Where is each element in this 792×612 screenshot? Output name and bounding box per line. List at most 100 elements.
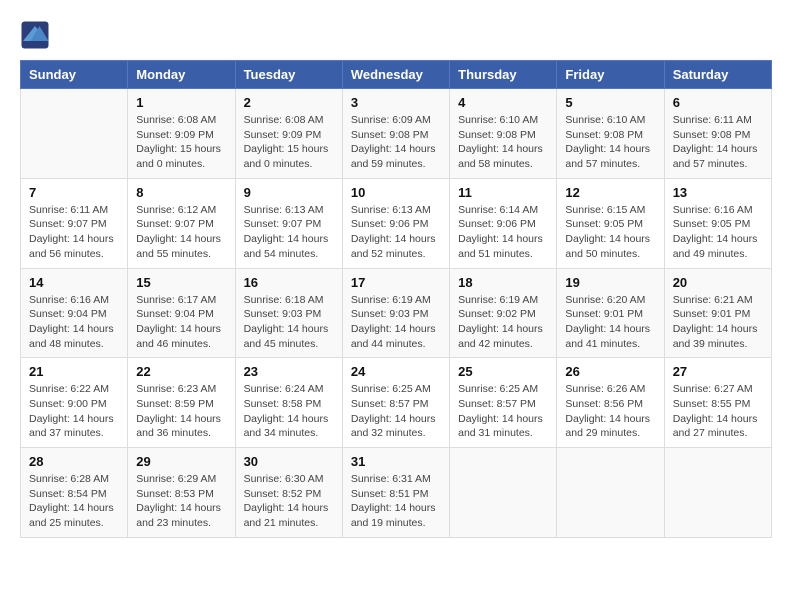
day-number: 11: [458, 185, 548, 200]
calendar-cell: 25 Sunrise: 6:25 AMSunset: 8:57 PMDayligh…: [450, 358, 557, 448]
day-number: 14: [29, 275, 119, 290]
calendar-cell: 5Sunrise: 6:10 AMSunset: 9:08 PMDaylight…: [557, 89, 664, 179]
day-info: Sunrise: 6:18 AMSunset: 9:03 PMDaylight:…: [244, 293, 334, 352]
calendar-cell: 17 Sunrise: 6:19 AMSunset: 9:03 PMDayligh…: [342, 268, 449, 358]
day-info: Sunrise: 6:28 AMSunset: 8:54 PMDaylight:…: [29, 472, 119, 531]
day-info: Sunrise: 6:25 AMSunset: 8:57 PMDaylight:…: [458, 382, 548, 441]
day-info: Sunrise: 6:19 AMSunset: 9:02 PMDaylight:…: [458, 293, 548, 352]
calendar-cell: [664, 448, 771, 538]
day-number: 5: [565, 95, 655, 110]
day-info: Sunrise: 6:25 AMSunset: 8:57 PMDaylight:…: [351, 382, 441, 441]
calendar-cell: 9Sunrise: 6:13 AMSunset: 9:07 PMDaylight…: [235, 178, 342, 268]
calendar-cell: 7 Sunrise: 6:11 AMSunset: 9:07 PMDaylight…: [21, 178, 128, 268]
calendar-cell: 18 Sunrise: 6:19 AMSunset: 9:02 PMDayligh…: [450, 268, 557, 358]
calendar-week-4: 28 Sunrise: 6:28 AMSunset: 8:54 PMDayligh…: [21, 448, 772, 538]
day-number: 3: [351, 95, 441, 110]
day-number: 6: [673, 95, 763, 110]
day-info: Sunrise: 6:17 AMSunset: 9:04 PMDaylight:…: [136, 293, 226, 352]
calendar-cell: [450, 448, 557, 538]
day-number: 19: [565, 275, 655, 290]
day-number: 22: [136, 364, 226, 379]
day-number: 12: [565, 185, 655, 200]
day-info: Sunrise: 6:08 AMSunset: 9:09 PMDaylight:…: [136, 113, 226, 172]
day-info: Sunrise: 6:16 AMSunset: 9:04 PMDaylight:…: [29, 293, 119, 352]
calendar-cell: 10Sunrise: 6:13 AMSunset: 9:06 PMDayligh…: [342, 178, 449, 268]
day-number: 7: [29, 185, 119, 200]
day-number: 25: [458, 364, 548, 379]
day-info: Sunrise: 6:08 AMSunset: 9:09 PMDaylight:…: [244, 113, 334, 172]
day-info: Sunrise: 6:23 AMSunset: 8:59 PMDaylight:…: [136, 382, 226, 441]
header-wednesday: Wednesday: [342, 61, 449, 89]
day-number: 30: [244, 454, 334, 469]
day-number: 15: [136, 275, 226, 290]
calendar-cell: 8Sunrise: 6:12 AMSunset: 9:07 PMDaylight…: [128, 178, 235, 268]
calendar-cell: 4Sunrise: 6:10 AMSunset: 9:08 PMDaylight…: [450, 89, 557, 179]
calendar-cell: [557, 448, 664, 538]
calendar-cell: 30Sunrise: 6:30 AMSunset: 8:52 PMDayligh…: [235, 448, 342, 538]
calendar-week-1: 7 Sunrise: 6:11 AMSunset: 9:07 PMDaylight…: [21, 178, 772, 268]
day-info: Sunrise: 6:21 AMSunset: 9:01 PMDaylight:…: [673, 293, 763, 352]
day-info: Sunrise: 6:11 AMSunset: 9:08 PMDaylight:…: [673, 113, 763, 172]
calendar-cell: 20Sunrise: 6:21 AMSunset: 9:01 PMDayligh…: [664, 268, 771, 358]
calendar-week-0: 1 Sunrise: 6:08 AMSunset: 9:09 PMDaylight…: [21, 89, 772, 179]
day-number: 24: [351, 364, 441, 379]
calendar-cell: 21 Sunrise: 6:22 AMSunset: 9:00 PMDayligh…: [21, 358, 128, 448]
calendar-cell: 24 Sunrise: 6:25 AMSunset: 8:57 PMDayligh…: [342, 358, 449, 448]
day-number: 27: [673, 364, 763, 379]
page-header: [20, 20, 772, 50]
header-sunday: Sunday: [21, 61, 128, 89]
calendar-cell: 15 Sunrise: 6:17 AMSunset: 9:04 PMDayligh…: [128, 268, 235, 358]
day-info: Sunrise: 6:29 AMSunset: 8:53 PMDaylight:…: [136, 472, 226, 531]
day-number: 18: [458, 275, 548, 290]
day-info: Sunrise: 6:10 AMSunset: 9:08 PMDaylight:…: [458, 113, 548, 172]
header-monday: Monday: [128, 61, 235, 89]
day-info: Sunrise: 6:09 AMSunset: 9:08 PMDaylight:…: [351, 113, 441, 172]
day-info: Sunrise: 6:31 AMSunset: 8:51 PMDaylight:…: [351, 472, 441, 531]
calendar-cell: 6 Sunrise: 6:11 AMSunset: 9:08 PMDaylight…: [664, 89, 771, 179]
calendar-cell: 1 Sunrise: 6:08 AMSunset: 9:09 PMDaylight…: [128, 89, 235, 179]
day-number: 21: [29, 364, 119, 379]
day-number: 31: [351, 454, 441, 469]
calendar-cell: 26 Sunrise: 6:26 AMSunset: 8:56 PMDayligh…: [557, 358, 664, 448]
header-thursday: Thursday: [450, 61, 557, 89]
day-info: Sunrise: 6:13 AMSunset: 9:07 PMDaylight:…: [244, 203, 334, 262]
calendar-cell: 19 Sunrise: 6:20 AMSunset: 9:01 PMDayligh…: [557, 268, 664, 358]
day-number: 23: [244, 364, 334, 379]
calendar-cell: 31 Sunrise: 6:31 AMSunset: 8:51 PMDayligh…: [342, 448, 449, 538]
calendar-cell: 28 Sunrise: 6:28 AMSunset: 8:54 PMDayligh…: [21, 448, 128, 538]
day-number: 29: [136, 454, 226, 469]
calendar-cell: 27Sunrise: 6:27 AMSunset: 8:55 PMDayligh…: [664, 358, 771, 448]
day-number: 17: [351, 275, 441, 290]
day-number: 1: [136, 95, 226, 110]
calendar-cell: 23Sunrise: 6:24 AMSunset: 8:58 PMDayligh…: [235, 358, 342, 448]
day-number: 2: [244, 95, 334, 110]
day-info: Sunrise: 6:20 AMSunset: 9:01 PMDaylight:…: [565, 293, 655, 352]
logo-icon: [20, 20, 50, 50]
day-number: 28: [29, 454, 119, 469]
calendar-week-3: 21 Sunrise: 6:22 AMSunset: 9:00 PMDayligh…: [21, 358, 772, 448]
day-info: Sunrise: 6:14 AMSunset: 9:06 PMDaylight:…: [458, 203, 548, 262]
header-tuesday: Tuesday: [235, 61, 342, 89]
calendar-cell: [21, 89, 128, 179]
calendar-cell: 12 Sunrise: 6:15 AMSunset: 9:05 PMDayligh…: [557, 178, 664, 268]
calendar-header-row: SundayMondayTuesdayWednesdayThursdayFrid…: [21, 61, 772, 89]
calendar-cell: 3 Sunrise: 6:09 AMSunset: 9:08 PMDaylight…: [342, 89, 449, 179]
day-info: Sunrise: 6:16 AMSunset: 9:05 PMDaylight:…: [673, 203, 763, 262]
logo: [20, 20, 54, 50]
day-info: Sunrise: 6:11 AMSunset: 9:07 PMDaylight:…: [29, 203, 119, 262]
header-friday: Friday: [557, 61, 664, 89]
day-info: Sunrise: 6:12 AMSunset: 9:07 PMDaylight:…: [136, 203, 226, 262]
day-info: Sunrise: 6:19 AMSunset: 9:03 PMDaylight:…: [351, 293, 441, 352]
day-info: Sunrise: 6:15 AMSunset: 9:05 PMDaylight:…: [565, 203, 655, 262]
day-info: Sunrise: 6:22 AMSunset: 9:00 PMDaylight:…: [29, 382, 119, 441]
calendar-cell: 14 Sunrise: 6:16 AMSunset: 9:04 PMDayligh…: [21, 268, 128, 358]
header-saturday: Saturday: [664, 61, 771, 89]
day-info: Sunrise: 6:26 AMSunset: 8:56 PMDaylight:…: [565, 382, 655, 441]
day-number: 13: [673, 185, 763, 200]
day-number: 26: [565, 364, 655, 379]
calendar-week-2: 14 Sunrise: 6:16 AMSunset: 9:04 PMDayligh…: [21, 268, 772, 358]
calendar-cell: 29 Sunrise: 6:29 AMSunset: 8:53 PMDayligh…: [128, 448, 235, 538]
calendar-table: SundayMondayTuesdayWednesdayThursdayFrid…: [20, 60, 772, 538]
calendar-cell: 2 Sunrise: 6:08 AMSunset: 9:09 PMDaylight…: [235, 89, 342, 179]
calendar-cell: 11 Sunrise: 6:14 AMSunset: 9:06 PMDayligh…: [450, 178, 557, 268]
